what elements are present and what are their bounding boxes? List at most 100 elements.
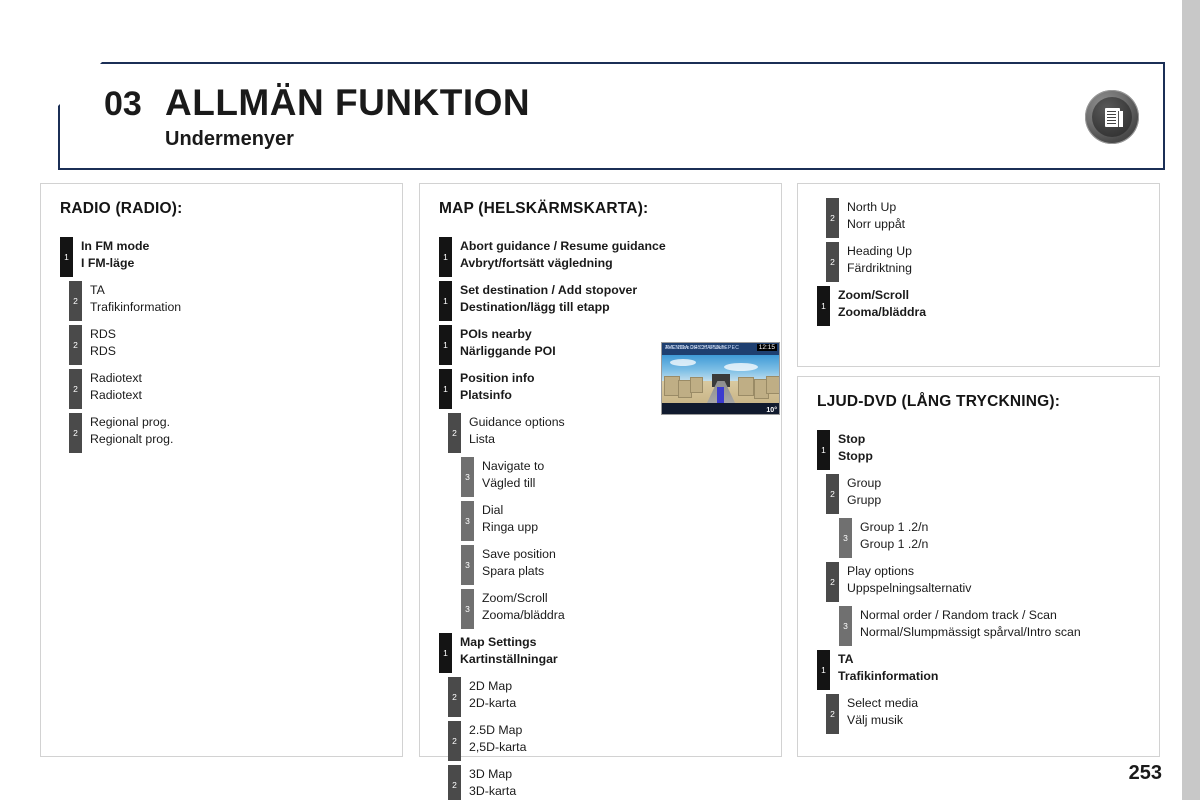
menu-entry-texts: 2D Map 2D-karta bbox=[469, 676, 516, 711]
level-marker: 1 bbox=[439, 281, 452, 321]
page-number: 253 bbox=[1128, 762, 1162, 784]
level-marker: 2 bbox=[826, 474, 839, 514]
menu-entry-label-sv: 2,5D-karta bbox=[469, 739, 527, 754]
menu-entry: 2 Regional prog. Regionalt prog. bbox=[69, 412, 388, 453]
menu-entry-label-sv: Norr uppåt bbox=[847, 216, 906, 231]
menu-entry-texts: Position info Platsinfo bbox=[460, 368, 534, 403]
menu-entry-label-sv: Välj musik bbox=[847, 712, 904, 727]
level-marker: 1 bbox=[817, 430, 830, 470]
thumbnail-building bbox=[766, 376, 779, 394]
menu-entry-label-en: Regional prog. bbox=[90, 415, 170, 429]
menu-entry: 2 2.5D Map 2,5D-karta bbox=[448, 720, 767, 761]
menu-entry-texts: Group 1 .2/n Group 1 .2/n bbox=[860, 517, 928, 552]
menu-entry-label-en: Map Settings bbox=[460, 635, 537, 649]
level-marker: 3 bbox=[461, 457, 474, 497]
level-marker: 3 bbox=[461, 589, 474, 629]
menu-entry-label-en: Group 1 .2/n bbox=[860, 520, 929, 534]
panel-map-title: MAP (HELSKÄRMSKARTA): bbox=[439, 200, 649, 217]
level-marker: 1 bbox=[439, 325, 452, 365]
level-marker: 3 bbox=[839, 606, 852, 646]
level-marker: 2 bbox=[826, 694, 839, 734]
menu-entry-label-en: Zoom/Scroll bbox=[482, 591, 548, 605]
menu-entry: 2 Guidance options Lista bbox=[448, 412, 767, 453]
level-marker: 1 bbox=[439, 369, 452, 409]
menu-entry-texts: Normal order / Random track / Scan Normal… bbox=[860, 605, 1081, 640]
menu-entry-texts: TA Trafikinformation bbox=[838, 649, 938, 684]
menu-entry-label-en: 2.5D Map bbox=[469, 723, 523, 737]
chapter-number: 03 bbox=[104, 85, 142, 123]
panel-audio-dvd: LJUD-DVD (LÅNG TRYCKNING): 1 Stop Stopp 2 Gr… bbox=[797, 376, 1160, 757]
menu-entry: 1 Map Settings Kartinställningar bbox=[439, 632, 767, 673]
level-marker: 2 bbox=[826, 242, 839, 282]
menu-entry-texts: Zoom/Scroll Zooma/bläddra bbox=[838, 285, 926, 320]
menu-entry-label-en: 2D Map bbox=[469, 679, 513, 693]
menu-entry-label-en: RDS bbox=[90, 327, 116, 341]
menu-entry-label-sv: Normal/Slumpmässigt spårval/Intro scan bbox=[860, 624, 1081, 639]
menu-entry-label-sv: Spara plats bbox=[482, 563, 545, 578]
menu-entry: 2 Radiotext Radiotext bbox=[69, 368, 388, 409]
menu-entry: 3 Group 1 .2/n Group 1 .2/n bbox=[839, 517, 1145, 558]
thumbnail-time: 12:15 bbox=[756, 344, 777, 351]
menu-entry-texts: 3D Map 3D-karta bbox=[469, 764, 516, 799]
menu-entry-texts: Stop Stopp bbox=[838, 429, 873, 464]
menu-entry-label-en: Set destination / Add stopover bbox=[460, 283, 638, 297]
level-marker: 2 bbox=[448, 677, 461, 717]
menu-entry-texts: Play options Uppspelningsalternativ bbox=[847, 561, 971, 596]
menu-entry: 3 Zoom/Scroll Zooma/bläddra bbox=[461, 588, 767, 629]
menu-entry-label-sv: Närliggande POI bbox=[460, 343, 556, 358]
menu-entry-label-en: 3D Map bbox=[469, 767, 513, 781]
panel-map: MAP (HELSKÄRMSKARTA): 1 Abort guidance / … bbox=[419, 183, 782, 800]
level-marker: 2 bbox=[448, 765, 461, 800]
thumbnail-cloud bbox=[670, 359, 696, 366]
menu-entry-label-en: POIs nearby bbox=[460, 327, 532, 341]
menu-entry-label-sv: Zooma/bläddra bbox=[482, 607, 565, 622]
menu-entry-texts: Save position Spara plats bbox=[482, 544, 556, 579]
document-list-icon-inner bbox=[1092, 97, 1132, 137]
menu-entry-label-sv: Grupp bbox=[847, 492, 882, 507]
level-marker: 1 bbox=[817, 286, 830, 326]
level-marker: 2 bbox=[826, 198, 839, 238]
menu-entry-texts: Regional prog. Regionalt prog. bbox=[90, 412, 173, 447]
menu-entry-label-en: Play options bbox=[847, 564, 914, 578]
page-subtitle: Undermenyer bbox=[165, 128, 294, 150]
panel-map-orientation: 2 North Up Norr uppåt 2 Heading Up Färdriktni… bbox=[797, 183, 1160, 367]
menu-entry-label-sv: I FM-läge bbox=[81, 255, 135, 270]
menu-entry: 2 Group Grupp bbox=[826, 473, 1145, 514]
menu-entry-texts: TA Trafikinformation bbox=[90, 280, 181, 315]
menu-entry-texts: Radiotext Radiotext bbox=[90, 368, 142, 403]
page-edge-strip bbox=[1182, 0, 1200, 800]
menu-entry-texts: Heading Up Färdriktning bbox=[847, 241, 912, 276]
panel-audio-dvd-entries: 1 Stop Stopp 2 Group Grupp 3 Group 1 .2/n Group … bbox=[798, 411, 1159, 747]
level-marker: 3 bbox=[839, 518, 852, 558]
menu-entry: 3 Dial Ringa upp bbox=[461, 500, 767, 541]
panel-radio-entries: 1 In FM mode I FM-läge 2 TA Trafikinformation… bbox=[41, 218, 402, 466]
level-marker: 2 bbox=[826, 562, 839, 602]
menu-entry-label-sv: Trafikinformation bbox=[838, 668, 939, 683]
menu-entry: 3 Save position Spara plats bbox=[461, 544, 767, 585]
document-glyph bbox=[1104, 107, 1123, 127]
menu-entry-texts: POIs nearby Närliggande POI bbox=[460, 324, 556, 359]
menu-entry-label-sv: 2D-karta bbox=[469, 695, 517, 710]
thumbnail-trip-info: TMC 20km 2:45:37 1:50km bbox=[665, 345, 726, 351]
menu-entry-texts: Map Settings Kartinställningar bbox=[460, 632, 558, 667]
level-marker: 2 bbox=[69, 281, 82, 321]
level-marker: 2 bbox=[69, 369, 82, 409]
menu-entry-label-sv: Destination/lägg till etapp bbox=[460, 299, 610, 314]
menu-entry: 1 Stop Stopp bbox=[817, 429, 1145, 470]
menu-entry-label-sv: Trafikinformation bbox=[90, 299, 182, 314]
thumbnail-bottom-bar bbox=[662, 403, 779, 414]
level-marker: 1 bbox=[817, 650, 830, 690]
menu-entry-label-sv: Uppspelningsalternativ bbox=[847, 580, 972, 595]
menu-entry-label-en: Zoom/Scroll bbox=[838, 288, 910, 302]
menu-entry: 1 Zoom/Scroll Zooma/bläddra bbox=[817, 285, 1145, 326]
menu-entry-label-en: Position info bbox=[460, 371, 535, 385]
level-marker: 3 bbox=[461, 501, 474, 541]
level-marker: 3 bbox=[461, 545, 474, 585]
menu-entry-label-en: Navigate to bbox=[482, 459, 545, 473]
menu-entry: 2 TA Trafikinformation bbox=[69, 280, 388, 321]
menu-entry: 2 Heading Up Färdriktning bbox=[826, 241, 1145, 282]
menu-entry-texts: RDS RDS bbox=[90, 324, 116, 359]
menu-entry-label-en: Group bbox=[847, 476, 882, 490]
menu-entry-label-en: In FM mode bbox=[81, 239, 150, 253]
menu-entry-label-en: Guidance options bbox=[469, 415, 565, 429]
